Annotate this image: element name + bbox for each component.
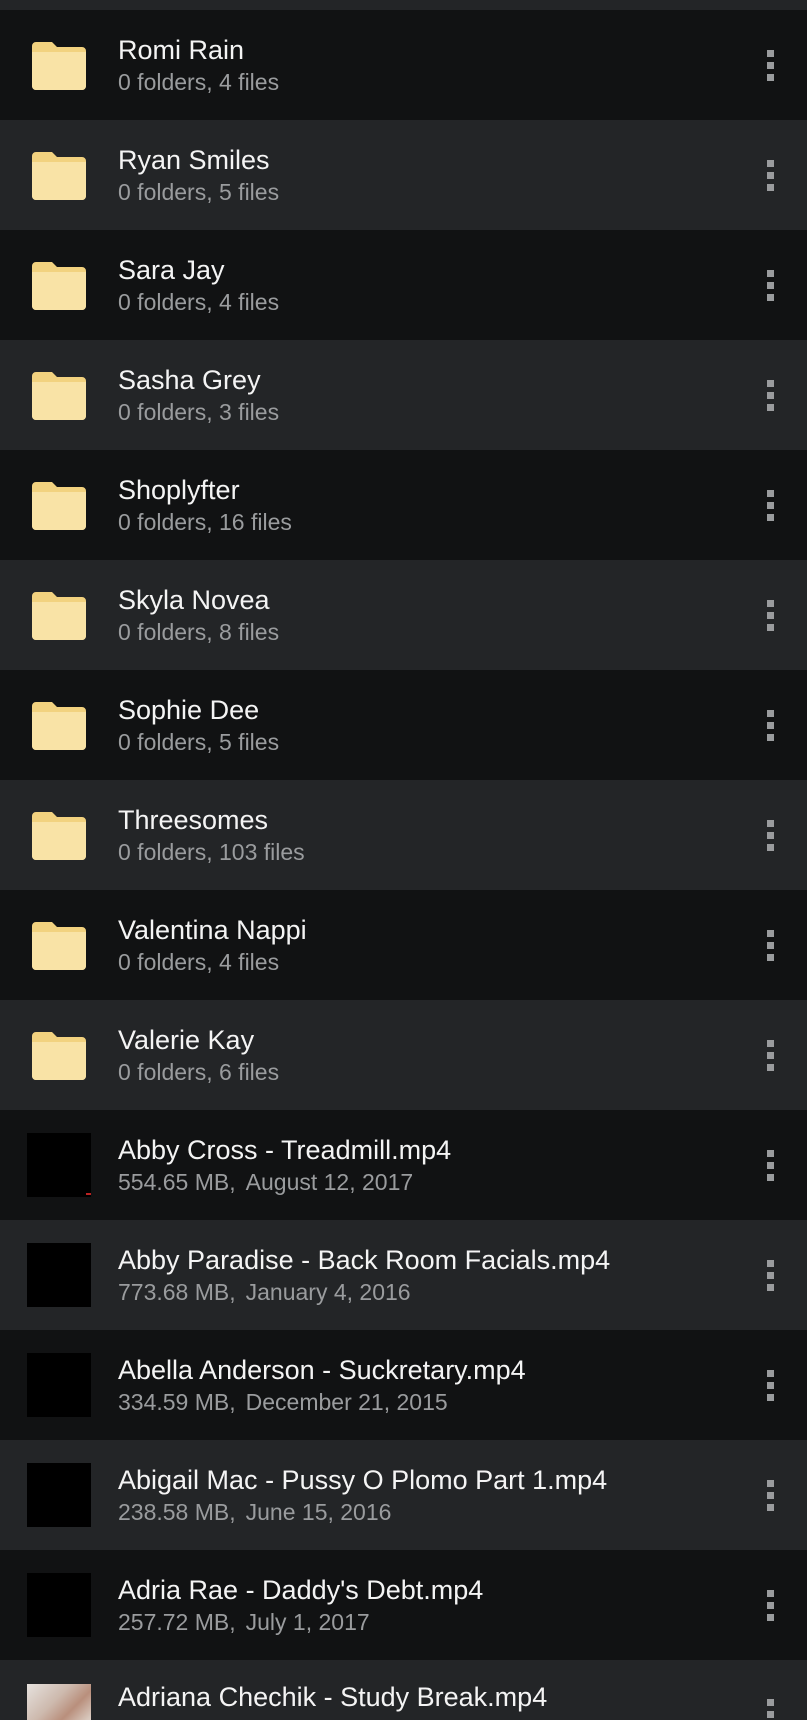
folder-row[interactable]: Sara Jay 0 folders, 4 files bbox=[0, 230, 807, 340]
folder-icon bbox=[32, 922, 86, 970]
more-vertical-icon[interactable] bbox=[755, 371, 785, 419]
folder-icon bbox=[32, 592, 86, 640]
folder-row[interactable]: Sophie Dee 0 folders, 5 files bbox=[0, 670, 807, 780]
more-vertical-icon[interactable] bbox=[755, 41, 785, 89]
file-row[interactable]: Abby Cross - Treadmill.mp4 554.65 MB, Aug… bbox=[0, 1110, 807, 1220]
folder-name: Threesomes bbox=[118, 805, 269, 835]
folder-name: Sara Jay bbox=[118, 255, 225, 285]
more-vertical-icon[interactable] bbox=[755, 1471, 785, 1519]
folder-row[interactable]: Ryan Smiles 0 folders, 5 files bbox=[0, 120, 807, 230]
folder-row[interactable]: Threesomes 0 folders, 103 files bbox=[0, 780, 807, 890]
folder-icon bbox=[32, 152, 86, 200]
file-name: Abella Anderson - Suckretary.mp4 bbox=[118, 1355, 526, 1385]
file-date: June 15, 2016 bbox=[245, 1499, 392, 1525]
more-vertical-icon[interactable] bbox=[755, 1581, 785, 1629]
file-date: July 1, 2017 bbox=[245, 1609, 370, 1635]
top-strip bbox=[0, 0, 807, 10]
more-vertical-icon[interactable] bbox=[755, 261, 785, 309]
file-date: December 21, 2015 bbox=[245, 1389, 448, 1415]
folder-meta: 0 folders, 4 files bbox=[118, 949, 280, 975]
folder-meta: 0 folders, 8 files bbox=[118, 619, 280, 645]
folder-meta: 0 folders, 6 files bbox=[118, 1059, 280, 1085]
folder-meta: 0 folders, 5 files bbox=[118, 729, 280, 755]
more-vertical-icon[interactable] bbox=[755, 1251, 785, 1299]
file-size: 773.68 MB, bbox=[118, 1279, 236, 1305]
file-size: 257.72 MB, bbox=[118, 1609, 236, 1635]
more-vertical-icon[interactable] bbox=[755, 921, 785, 969]
file-size: 334.59 MB, bbox=[118, 1389, 236, 1415]
folder-name: Ryan Smiles bbox=[118, 145, 270, 175]
more-vertical-icon[interactable] bbox=[755, 1690, 785, 1720]
file-meta: 334.59 MB, December 21, 2015 bbox=[118, 1387, 717, 1417]
video-thumbnail bbox=[27, 1463, 91, 1527]
more-vertical-icon[interactable] bbox=[755, 1141, 785, 1189]
video-thumbnail bbox=[27, 1243, 91, 1307]
folder-name: Shoplyfter bbox=[118, 475, 240, 505]
file-size: 238.58 MB, bbox=[118, 1499, 236, 1525]
file-name: Adria Rae - Daddy's Debt.mp4 bbox=[118, 1575, 484, 1605]
file-row[interactable]: Abella Anderson - Suckretary.mp4 334.59 … bbox=[0, 1330, 807, 1440]
folder-icon bbox=[32, 42, 86, 90]
file-list: Romi Rain 0 folders, 4 files Ryan Smiles… bbox=[0, 10, 807, 1720]
video-thumbnail bbox=[27, 1133, 91, 1197]
folder-row[interactable]: Skyla Novea 0 folders, 8 files bbox=[0, 560, 807, 670]
folder-row[interactable]: Sasha Grey 0 folders, 3 files bbox=[0, 340, 807, 450]
file-row[interactable]: Adriana Chechik - Study Break.mp4 bbox=[0, 1660, 807, 1720]
folder-icon bbox=[32, 812, 86, 860]
folder-name: Skyla Novea bbox=[118, 585, 270, 615]
folder-name: Sasha Grey bbox=[118, 365, 261, 395]
file-date: August 12, 2017 bbox=[245, 1169, 414, 1195]
folder-icon bbox=[32, 702, 86, 750]
folder-meta: 0 folders, 4 files bbox=[118, 69, 280, 95]
file-name: Adriana Chechik - Study Break.mp4 bbox=[118, 1682, 548, 1712]
folder-name: Romi Rain bbox=[118, 35, 245, 65]
file-size: 554.65 MB, bbox=[118, 1169, 236, 1195]
more-vertical-icon[interactable] bbox=[755, 811, 785, 859]
file-meta: 257.72 MB, July 1, 2017 bbox=[118, 1607, 717, 1637]
file-meta: 238.58 MB, June 15, 2016 bbox=[118, 1497, 717, 1527]
more-vertical-icon[interactable] bbox=[755, 1031, 785, 1079]
folder-icon bbox=[32, 482, 86, 530]
more-vertical-icon[interactable] bbox=[755, 481, 785, 529]
video-thumbnail bbox=[27, 1353, 91, 1417]
file-row[interactable]: Adria Rae - Daddy's Debt.mp4 257.72 MB, J… bbox=[0, 1550, 807, 1660]
folder-row[interactable]: Romi Rain 0 folders, 4 files bbox=[0, 10, 807, 120]
more-vertical-icon[interactable] bbox=[755, 151, 785, 199]
video-thumbnail bbox=[27, 1684, 91, 1720]
file-row[interactable]: Abby Paradise - Back Room Facials.mp4 77… bbox=[0, 1220, 807, 1330]
folder-name: Sophie Dee bbox=[118, 695, 260, 725]
more-vertical-icon[interactable] bbox=[755, 1361, 785, 1409]
folder-meta: 0 folders, 4 files bbox=[118, 289, 280, 315]
file-name: Abby Cross - Treadmill.mp4 bbox=[118, 1135, 452, 1165]
file-name: Abby Paradise - Back Room Facials.mp4 bbox=[118, 1245, 611, 1275]
folder-row[interactable]: Valentina Nappi 0 folders, 4 files bbox=[0, 890, 807, 1000]
folder-icon bbox=[32, 1032, 86, 1080]
file-name: Abigail Mac - Pussy O Plomo Part 1.mp4 bbox=[118, 1465, 608, 1495]
folder-meta: 0 folders, 3 files bbox=[118, 399, 280, 425]
more-vertical-icon[interactable] bbox=[755, 701, 785, 749]
folder-meta: 0 folders, 103 files bbox=[118, 839, 305, 865]
folder-meta: 0 folders, 16 files bbox=[118, 509, 292, 535]
folder-row[interactable]: Shoplyfter 0 folders, 16 files bbox=[0, 450, 807, 560]
file-row[interactable]: Abigail Mac - Pussy O Plomo Part 1.mp4 2… bbox=[0, 1440, 807, 1550]
folder-meta: 0 folders, 5 files bbox=[118, 179, 280, 205]
file-date: January 4, 2016 bbox=[245, 1279, 411, 1305]
folder-name: Valentina Nappi bbox=[118, 915, 307, 945]
folder-name: Valerie Kay bbox=[118, 1025, 255, 1055]
file-meta: 773.68 MB, January 4, 2016 bbox=[118, 1277, 717, 1307]
folder-icon bbox=[32, 262, 86, 310]
video-thumbnail bbox=[27, 1573, 91, 1637]
folder-row[interactable]: Valerie Kay 0 folders, 6 files bbox=[0, 1000, 807, 1110]
file-meta: 554.65 MB, August 12, 2017 bbox=[118, 1167, 717, 1197]
more-vertical-icon[interactable] bbox=[755, 591, 785, 639]
folder-icon bbox=[32, 372, 86, 420]
